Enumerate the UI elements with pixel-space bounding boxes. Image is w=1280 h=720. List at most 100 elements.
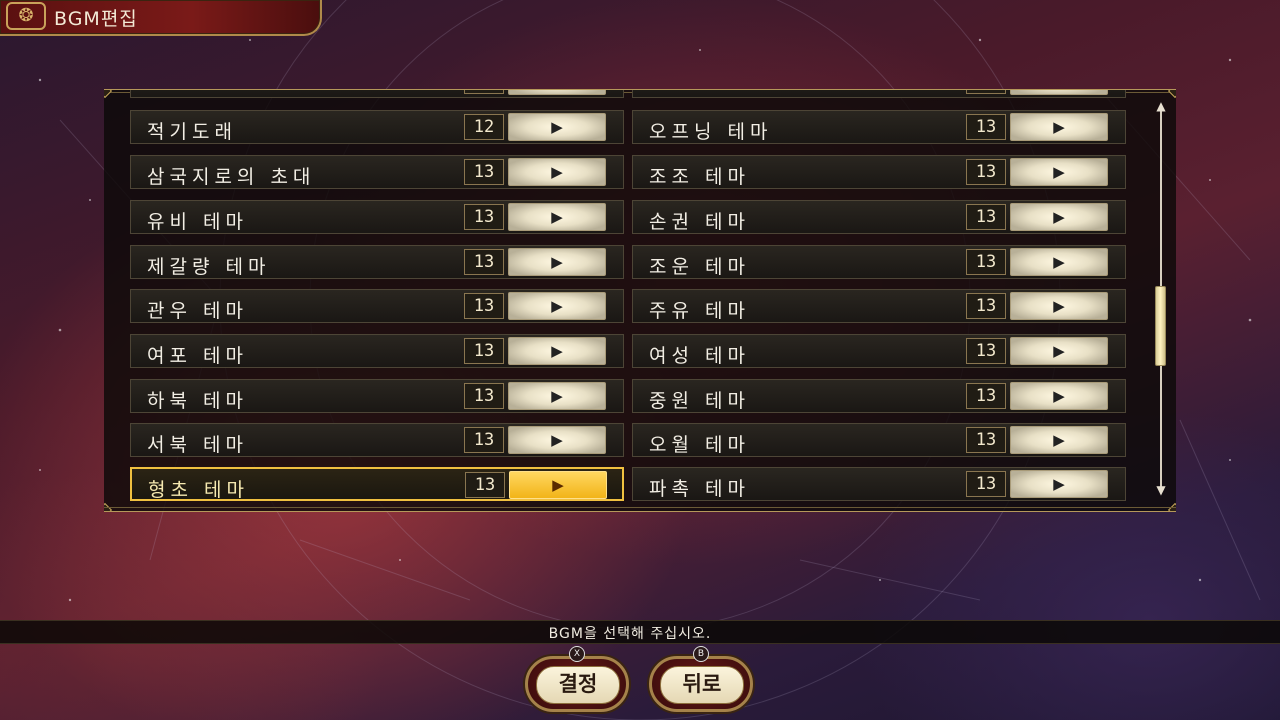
confirm-button[interactable]: 결정 [525,656,629,712]
track-number: 13 [966,159,1006,185]
list-item[interactable]: 조조 테마 13 ▶ [632,155,1126,189]
play-icon: ▶ [1053,297,1065,315]
confirm-button-label: 결정 [536,666,620,704]
play-button[interactable]: ▶ [1010,203,1108,231]
track-number [464,90,504,94]
list-item[interactable]: 서북 테마 13 ▶ [130,423,624,457]
play-button[interactable]: ▶ [508,113,606,141]
list-item-selected[interactable]: 형초 테마 13 ▶ [130,467,624,501]
play-icon: ▶ [1053,208,1065,226]
list-item-partial-right[interactable]: ▶ [632,90,1126,98]
list-item[interactable]: 조운 테마 13 ▶ [632,245,1126,279]
page-title: BGM편집 [54,8,138,30]
play-icon: ▶ [1053,475,1065,493]
play-button[interactable]: ▶ [1010,113,1108,141]
play-button[interactable]: ▶ [508,89,606,95]
play-icon: ▶ [551,89,563,90]
track-number: 12 [464,114,504,140]
track-name: 조조 테마 [649,166,750,188]
list-item[interactable]: 여성 테마 13 ▶ [632,334,1126,368]
track-name: 오프닝 테마 [649,121,773,143]
play-icon: ▶ [551,297,563,315]
list-item[interactable]: 유비 테마 13 ▶ [130,200,624,234]
play-button[interactable]: ▶ [508,203,606,231]
track-name: 관우 테마 [147,300,248,322]
track-number: 13 [464,204,504,230]
bgm-list-panel: ▶ ▶ 적기도래 12 ▶ 삼국지로의 초대 13 ▶ 유비 테마 13 ▶ 제… [104,89,1176,512]
list-item[interactable]: 여포 테마 13 ▶ [130,334,624,368]
list-item[interactable]: 제갈량 테마 13 ▶ [130,245,624,279]
play-button[interactable]: ▶ [1010,470,1108,498]
track-name: 오월 테마 [649,434,750,456]
back-button-label: 뒤로 [660,666,744,704]
track-name: 서북 테마 [147,434,248,456]
track-name: 제갈량 테마 [147,256,271,278]
track-number: 13 [464,427,504,453]
play-icon: ▶ [1053,342,1065,360]
x-button-glyph-icon: X [569,646,585,662]
play-button[interactable]: ▶ [1010,426,1108,454]
track-number: 13 [966,383,1006,409]
play-button[interactable]: ▶ [1010,292,1108,320]
play-icon: ▶ [1053,431,1065,449]
track-name: 여포 테마 [147,345,248,367]
track-number: 13 [464,338,504,364]
track-number: 13 [464,293,504,319]
play-button[interactable]: ▶ [508,248,606,276]
list-item[interactable]: 파촉 테마 13 ▶ [632,467,1126,501]
list-item[interactable]: 관우 테마 13 ▶ [130,289,624,323]
play-button[interactable]: ▶ [508,292,606,320]
track-number: 13 [966,204,1006,230]
play-icon: ▶ [551,253,563,271]
play-button[interactable]: ▶ [508,382,606,410]
play-button[interactable]: ▶ [508,426,606,454]
list-item[interactable]: 오월 테마 13 ▶ [632,423,1126,457]
b-button-glyph-icon: B [693,646,709,662]
track-number: 13 [966,249,1006,275]
back-button[interactable]: 뒤로 [649,656,753,712]
track-number: 13 [966,427,1006,453]
track-number: 13 [464,383,504,409]
track-name: 중원 테마 [649,390,750,412]
list-item[interactable]: 중원 테마 13 ▶ [632,379,1126,413]
track-name: 파촉 테마 [649,478,750,500]
scroll-down-arrow-icon[interactable]: ▼ [1153,484,1169,496]
play-button[interactable]: ▶ [509,471,607,499]
play-button[interactable]: ▶ [508,158,606,186]
scrollbar-thumb[interactable] [1155,286,1166,366]
play-button[interactable]: ▶ [1010,382,1108,410]
play-icon: ▶ [1053,253,1065,271]
track-name: 주유 테마 [649,300,750,322]
track-number: 13 [464,159,504,185]
track-number: 13 [966,471,1006,497]
play-icon: ▶ [1053,163,1065,181]
track-name: 손권 테마 [649,211,750,233]
status-bar: BGM을 선택해 주십시오. [0,620,1280,644]
title-plate: ❂ BGM편집 [0,0,322,36]
list-item[interactable]: 오프닝 테마 13 ▶ [632,110,1126,144]
play-button[interactable]: ▶ [1010,90,1108,95]
track-number: 13 [464,249,504,275]
play-button[interactable]: ▶ [1010,158,1108,186]
play-icon: ▶ [551,118,563,136]
play-button[interactable]: ▶ [1010,337,1108,365]
list-item[interactable]: 삼국지로의 초대 13 ▶ [130,155,624,189]
back-button-group: 뒤로 B [649,646,753,714]
track-number: 13 [966,293,1006,319]
play-icon: ▶ [551,342,563,360]
play-button[interactable]: ▶ [1010,248,1108,276]
play-button[interactable]: ▶ [508,337,606,365]
play-icon: ▶ [552,476,564,494]
list-item[interactable]: 주유 테마 13 ▶ [632,289,1126,323]
track-name: 여성 테마 [649,345,750,367]
list-item[interactable]: 하북 테마 13 ▶ [130,379,624,413]
title-emblem-icon: ❂ [6,2,46,30]
status-message: BGM을 선택해 주십시오. [548,626,712,642]
list-item[interactable]: 손권 테마 13 ▶ [632,200,1126,234]
track-name: 조운 테마 [649,256,750,278]
list-item-partial-left[interactable]: ▶ [130,89,624,98]
list-item[interactable]: 적기도래 12 ▶ [130,110,624,144]
track-name: 형초 테마 [148,479,249,501]
scroll-up-arrow-icon[interactable]: ▲ [1153,100,1169,112]
track-name: 유비 테마 [147,211,248,233]
